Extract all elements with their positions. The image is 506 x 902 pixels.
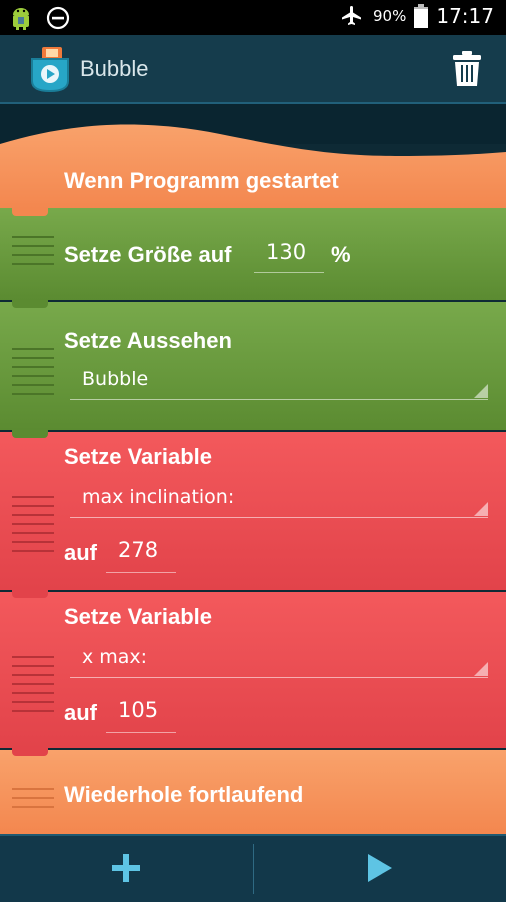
android-debug-icon xyxy=(13,8,29,30)
variable-dropdown[interactable]: x max: xyxy=(70,642,488,678)
brick-connector xyxy=(12,748,48,756)
action-bar: Bubble xyxy=(0,35,506,104)
pocket-code-icon[interactable] xyxy=(28,45,72,93)
brick-connector xyxy=(12,590,48,598)
airplane-mode-icon xyxy=(342,6,362,25)
selected-variable: max inclination: xyxy=(82,486,235,508)
set-variable-brick-1[interactable]: Setze Variable max inclination: auf 278 xyxy=(0,432,506,590)
dropdown-arrow-icon xyxy=(474,662,488,676)
add-brick-button[interactable] xyxy=(0,836,252,902)
brick-connector xyxy=(12,208,48,216)
to-label: auf xyxy=(64,700,97,725)
brick-label: Setze Variable xyxy=(64,604,212,629)
size-value-field[interactable]: 130 xyxy=(266,240,306,264)
value-field-underline xyxy=(106,572,176,573)
battery-icon xyxy=(414,4,429,28)
brick-connector xyxy=(12,300,48,308)
brick-connector xyxy=(12,430,48,438)
brick-label: Wenn Programm gestartet xyxy=(64,168,339,193)
trash-icon[interactable] xyxy=(452,51,482,87)
plus-icon xyxy=(112,854,140,882)
variable-value-field[interactable]: 278 xyxy=(118,538,158,562)
do-not-disturb-icon xyxy=(46,6,70,30)
app-title: Bubble xyxy=(80,56,149,81)
set-size-brick[interactable]: Setze Größe auf 130 % xyxy=(0,208,506,300)
brick-label: Wiederhole fortlaufend xyxy=(64,782,304,807)
play-button[interactable] xyxy=(254,836,506,902)
forever-loop-brick[interactable]: Wiederhole fortlaufend xyxy=(0,750,506,834)
clock: 17:17 xyxy=(436,4,494,28)
drag-handle[interactable] xyxy=(12,788,54,808)
bottom-bar xyxy=(0,834,506,902)
variable-value-field[interactable]: 105 xyxy=(118,698,158,722)
dropdown-arrow-icon xyxy=(474,502,488,516)
dropdown-arrow-icon xyxy=(474,384,488,398)
drag-handle[interactable] xyxy=(12,496,54,552)
brick-label: Setze Größe auf xyxy=(64,242,232,267)
drag-handle[interactable] xyxy=(12,656,54,712)
value-field-underline xyxy=(106,732,176,733)
battery-percentage: 90% xyxy=(373,7,407,25)
brick-label: Setze Aussehen xyxy=(64,328,232,353)
selected-variable: x max: xyxy=(82,646,148,668)
when-program-started-brick[interactable]: Wenn Programm gestartet xyxy=(0,104,506,208)
size-field-underline xyxy=(254,272,324,273)
drag-handle[interactable] xyxy=(12,162,54,200)
play-icon xyxy=(368,854,392,882)
to-label: auf xyxy=(64,540,97,565)
selected-look: Bubble xyxy=(82,368,149,390)
set-look-brick[interactable]: Setze Aussehen Bubble xyxy=(0,302,506,430)
brick-label: Setze Variable xyxy=(64,444,212,469)
drag-handle[interactable] xyxy=(12,236,54,265)
status-bar: 90% 17:17 xyxy=(0,0,506,35)
variable-dropdown[interactable]: max inclination: xyxy=(70,482,488,518)
drag-handle[interactable] xyxy=(12,348,54,395)
unit-label: % xyxy=(331,242,351,267)
look-dropdown[interactable]: Bubble xyxy=(70,364,488,400)
set-variable-brick-2[interactable]: Setze Variable x max: auf 105 xyxy=(0,592,506,748)
